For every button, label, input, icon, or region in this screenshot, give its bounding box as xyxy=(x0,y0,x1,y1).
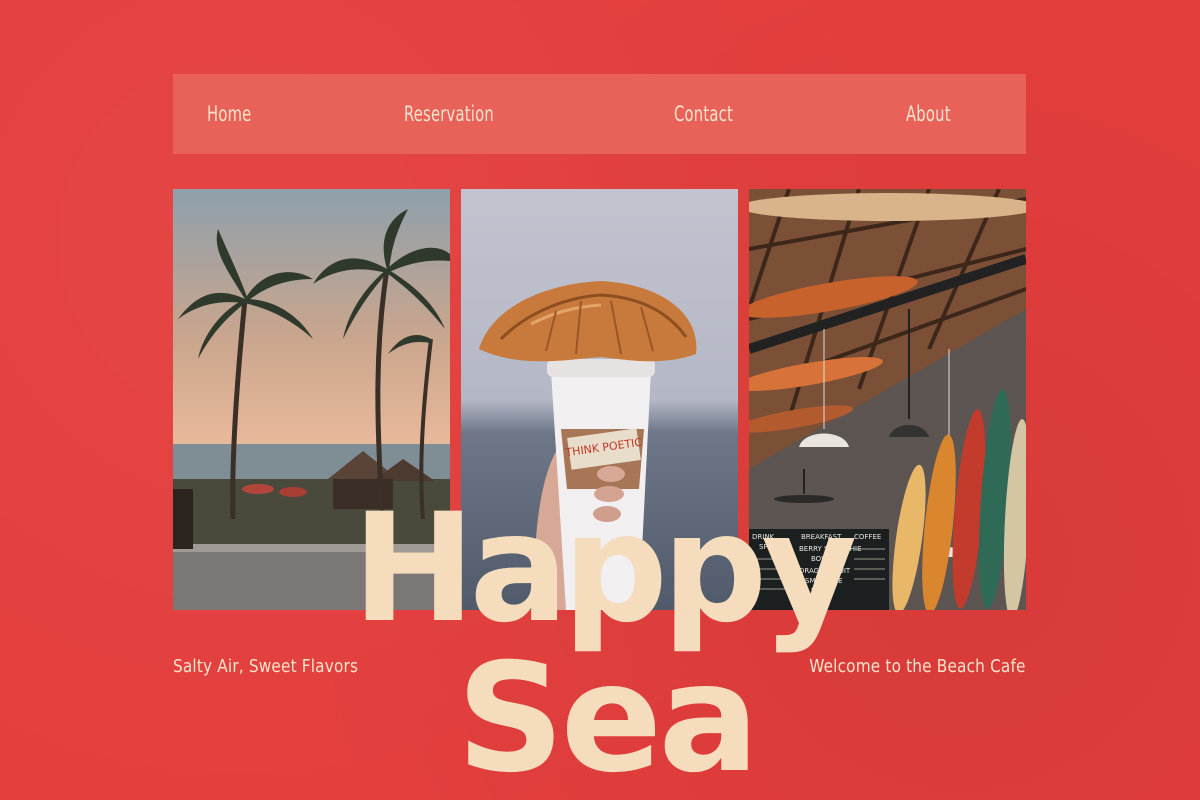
nav-link-home[interactable]: Home xyxy=(207,74,251,154)
tagline-right: Welcome to the Beach Cafe xyxy=(809,656,1026,677)
brand-line-1: Happy xyxy=(352,482,855,657)
nav-link-reservation[interactable]: Reservation xyxy=(404,74,494,154)
brand-line-2: Sea xyxy=(457,632,756,800)
brand-logo: Happy Sea xyxy=(352,470,861,800)
nav-link-contact[interactable]: Contact xyxy=(674,74,733,154)
nav-link-about[interactable]: About xyxy=(906,74,951,154)
menu-board-title-right: COFFEE xyxy=(854,533,881,541)
tagline-left: Salty Air, Sweet Flavors xyxy=(173,656,359,677)
nav-bar: Home Reservation Contact About xyxy=(173,74,1026,154)
